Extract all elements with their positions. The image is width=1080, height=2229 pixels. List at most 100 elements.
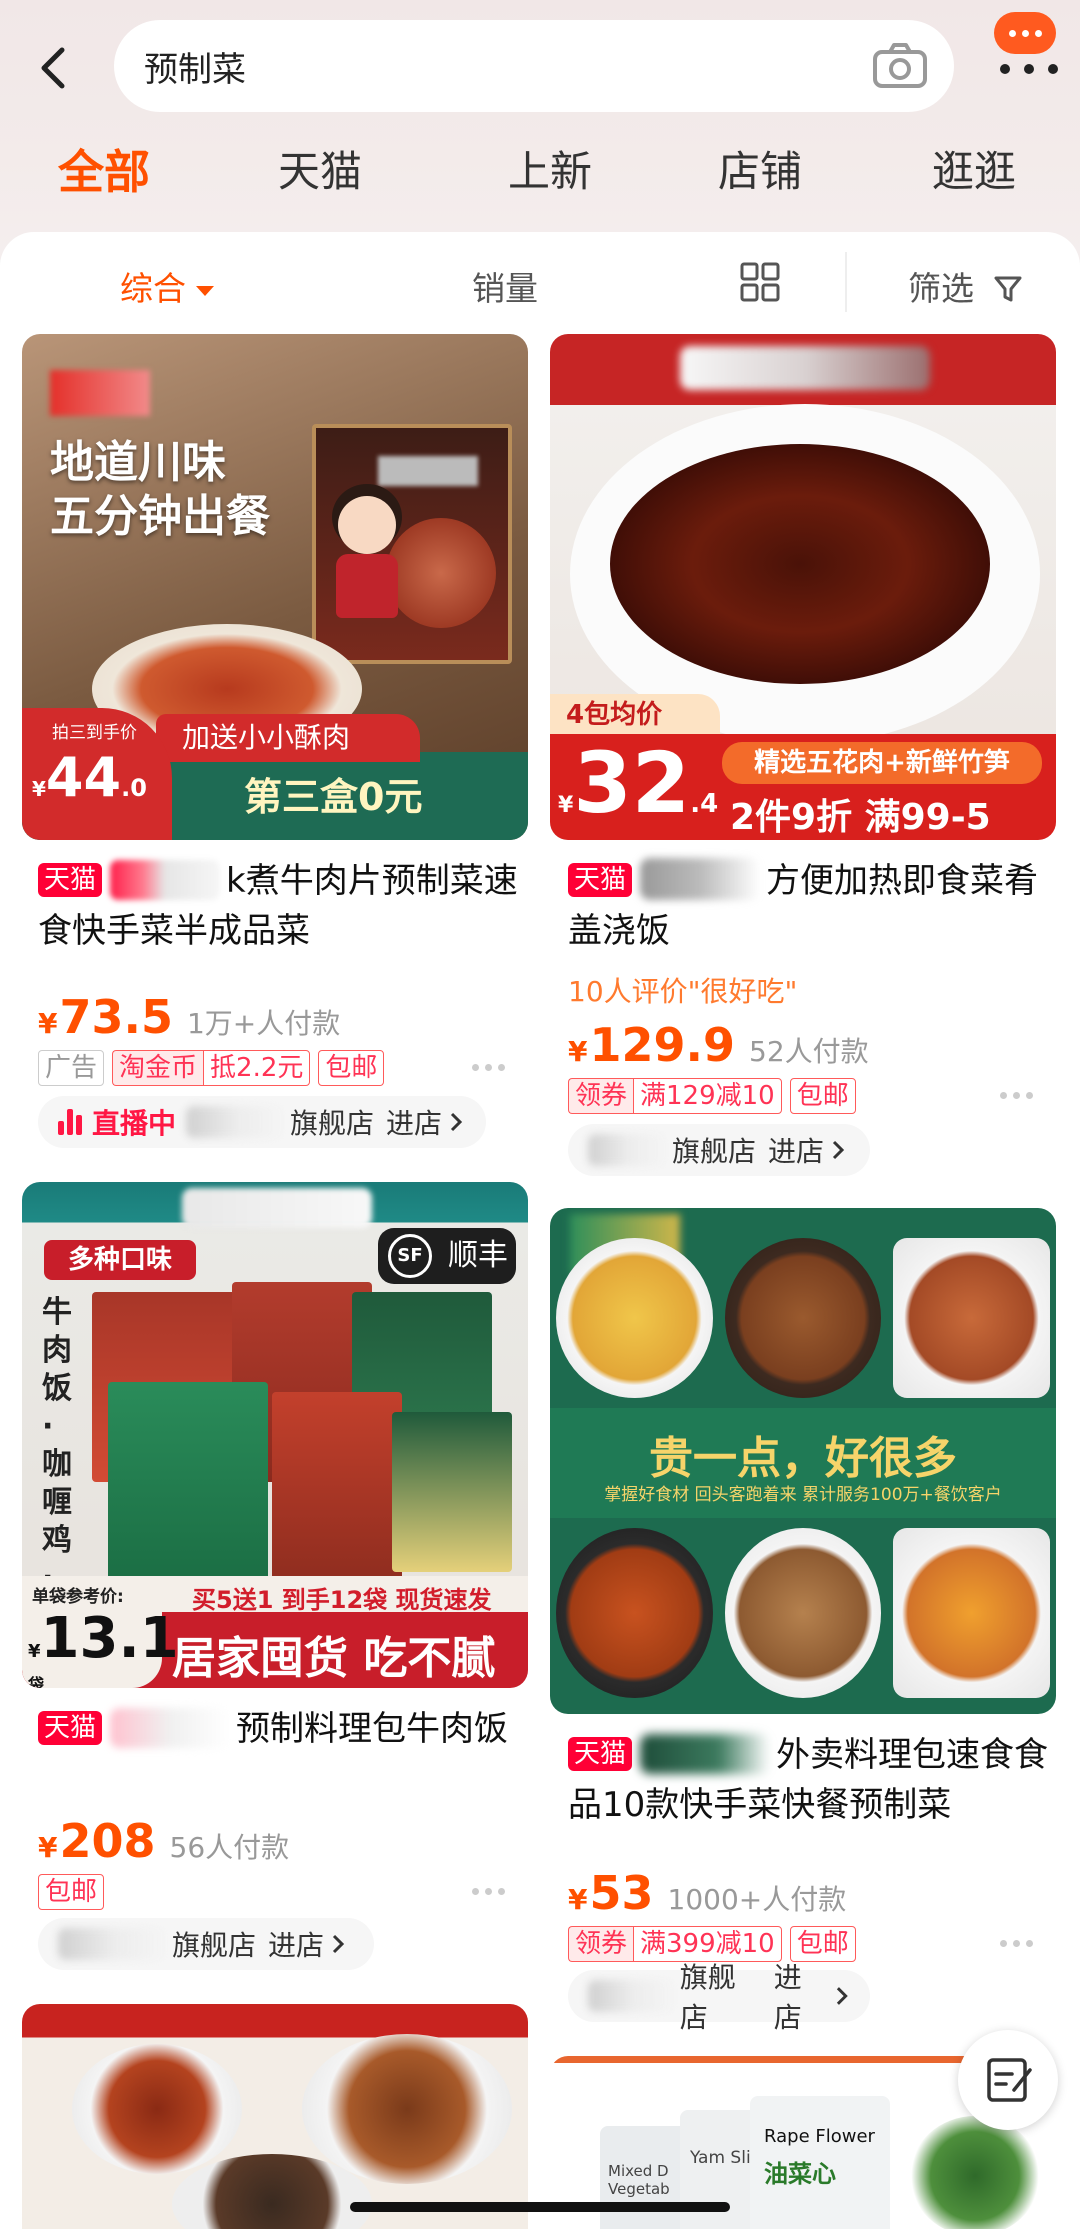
coupon-badge: 领券 满129减10 — [568, 1078, 782, 1114]
image-subline: 掌握好食材 回头客跑着来 累计服务100万+餐饮客户 — [604, 1485, 1002, 1505]
enter-shop-label: 进店 — [268, 1929, 325, 1962]
more-dots-icon — [1000, 64, 1058, 74]
more-options-icon[interactable] — [472, 1064, 505, 1071]
blurred-brand — [378, 456, 478, 486]
unit-price: ¥13.1/袋 — [28, 1606, 185, 1688]
tab-stores[interactable]: 店铺 — [718, 138, 802, 199]
chevron-left-icon — [41, 47, 65, 89]
price-burst: 拍三到手价 ¥44.0 — [22, 708, 172, 840]
tab-new[interactable]: 上新 — [508, 138, 592, 199]
product-image[interactable]: 4包均价 ¥32.4 精选五花肉+新鲜竹笋 2件9折 满99-5 — [550, 334, 1056, 840]
image-slogan: 居家囤货 吃不腻 — [172, 1633, 496, 1684]
product-title[interactable]: 天猫 预制料理包牛肉饭 — [38, 1704, 518, 1754]
package-rape-cn: 油菜心 — [764, 2160, 836, 2188]
currency-symbol: ¥ — [38, 1007, 58, 1040]
home-indicator[interactable] — [350, 2202, 730, 2212]
shop-name: 旗舰店 — [679, 1961, 736, 2034]
filter-button[interactable]: 筛选 — [908, 262, 1023, 310]
product-image[interactable]: 多种口味 SF 顺丰 牛肉饭·咖喱鸡·牛肉汤 单袋参考价: ¥13.1/袋 买5… — [22, 1182, 528, 1688]
more-options-icon[interactable] — [1000, 1940, 1033, 1947]
tab-tmall[interactable]: 天猫 — [278, 138, 362, 199]
sort-sales[interactable]: 销量 — [472, 262, 538, 310]
badge-row: 领券 满129减10 包邮 — [568, 1078, 856, 1114]
shop-row[interactable]: 旗舰店 进店 — [568, 1961, 870, 2034]
blurred-brand — [182, 1188, 372, 1228]
back-button[interactable] — [28, 40, 84, 96]
grid-view-icon[interactable] — [740, 262, 780, 302]
sold-count: 1万+人付款 — [186, 1007, 341, 1040]
blurred-shop-name — [588, 1980, 676, 2012]
feedback-button[interactable] — [958, 2030, 1058, 2130]
blurred-brand — [680, 346, 930, 390]
product-price: 129.9 — [589, 1018, 735, 1072]
unit-price-box: 单袋参考价: ¥13.1/袋 — [22, 1576, 185, 1688]
edit-note-icon — [987, 2058, 1032, 2102]
dish-row-bottom — [550, 1518, 1056, 1708]
flavors-label: 多种口味 — [44, 1240, 196, 1280]
enter-shop-label: 进店 — [386, 1107, 443, 1140]
coupon-badge-label: 领券 — [568, 1078, 634, 1114]
chevron-right-icon — [832, 1140, 845, 1160]
vegetable-leaf — [910, 2116, 1040, 2229]
live-label: 直播中 — [92, 1107, 177, 1140]
sort-comprehensive-label: 综合 — [120, 269, 186, 308]
shop-row[interactable]: 旗舰店 进店 — [38, 1918, 374, 1970]
sort-divider — [845, 252, 847, 312]
product-price: 53 — [589, 1866, 654, 1920]
product-title-text: 预制料理包牛肉饭 — [236, 1709, 509, 1749]
chevron-right-icon — [450, 1112, 463, 1132]
search-input[interactable]: 预制菜 — [114, 20, 954, 112]
shop-row[interactable]: 旗舰店 进店 — [568, 1124, 870, 1176]
coupon-badge-value: 满129减10 — [633, 1078, 782, 1114]
blurred-shop-name — [588, 1134, 668, 1166]
tab-browse[interactable]: 逛逛 — [932, 138, 1016, 199]
sold-count: 56人付款 — [169, 1831, 290, 1864]
enter-shop-label: 进店 — [768, 1135, 825, 1168]
product-price: 208 — [59, 1814, 156, 1868]
shop-name: 旗舰店 — [172, 1929, 257, 1962]
chef-mascot — [322, 484, 412, 624]
funnel-icon — [994, 276, 1021, 302]
camera-icon[interactable] — [872, 42, 928, 90]
more-options-icon[interactable] — [472, 1888, 505, 1895]
review-summary: 10人评价"很好吃" — [568, 975, 798, 1008]
sort-comprehensive[interactable]: 综合 — [120, 262, 214, 310]
price-row: ¥53 1000+人付款 — [568, 1866, 846, 1920]
product-image[interactable] — [22, 2004, 528, 2229]
product-title[interactable]: 天猫 方便加热即食菜肴盖浇饭 — [568, 856, 1048, 956]
blurred-brand — [640, 858, 761, 900]
blurred-brand — [110, 860, 221, 900]
product-title-text: 方便加热即食菜肴盖浇饭 — [568, 861, 1039, 951]
free-shipping-badge: 包邮 — [38, 1874, 105, 1910]
tmall-tag: 天猫 — [38, 863, 103, 897]
avg-price-label: 4包均价 — [550, 694, 720, 736]
product-title[interactable]: 天猫 k煮牛肉片预制菜速食快手菜半成品菜 — [38, 856, 518, 956]
sold-count: 1000+人付款 — [667, 1883, 847, 1916]
caret-down-icon — [196, 285, 214, 296]
deal-text: 第三盒0元 — [244, 775, 423, 819]
free-shipping-badge: 包邮 — [318, 1050, 385, 1086]
gift-banner: 加送小小酥肉 — [156, 714, 420, 762]
enter-shop-label: 进店 — [773, 1961, 802, 2034]
currency-symbol: ¥ — [568, 1035, 588, 1068]
tmall-tag: 天猫 — [568, 1737, 633, 1771]
more-menu-button[interactable] — [990, 8, 1060, 78]
more-options-icon[interactable] — [1000, 1092, 1033, 1099]
badge-row: 广告 淘金币 抵2.2元 包邮 — [38, 1050, 385, 1086]
free-shipping-badge: 包邮 — [789, 1078, 856, 1114]
live-indicator: 直播中 — [58, 1102, 176, 1142]
price-hint: 拍三到手价 — [52, 723, 137, 743]
courier-badge: SF 顺丰 — [378, 1228, 516, 1284]
tab-all[interactable]: 全部 — [58, 136, 150, 202]
blurred-shop-name — [58, 1928, 168, 1960]
badge-row: 包邮 — [38, 1874, 105, 1910]
coupon-badge-label: 领券 — [568, 1926, 634, 1962]
image-price: ¥32.4 — [558, 734, 719, 832]
product-image[interactable]: 贵一点，好很多 掌握好食材 回头客跑着来 累计服务100万+餐饮客户 — [550, 1208, 1056, 1714]
shop-row[interactable]: 直播中 旗舰店 进店 — [38, 1096, 486, 1148]
product-title[interactable]: 天猫 外卖料理包速食食品10款快手菜快餐预制菜 — [568, 1730, 1048, 1830]
product-image[interactable]: 地道川味 五分钟出餐 加送小小酥肉 第三盒0元 拍三到手价 ¥44.0 — [22, 334, 528, 840]
message-icon — [994, 12, 1056, 54]
shop-name: 旗舰店 — [672, 1135, 757, 1168]
product-price: 73.5 — [59, 990, 173, 1044]
